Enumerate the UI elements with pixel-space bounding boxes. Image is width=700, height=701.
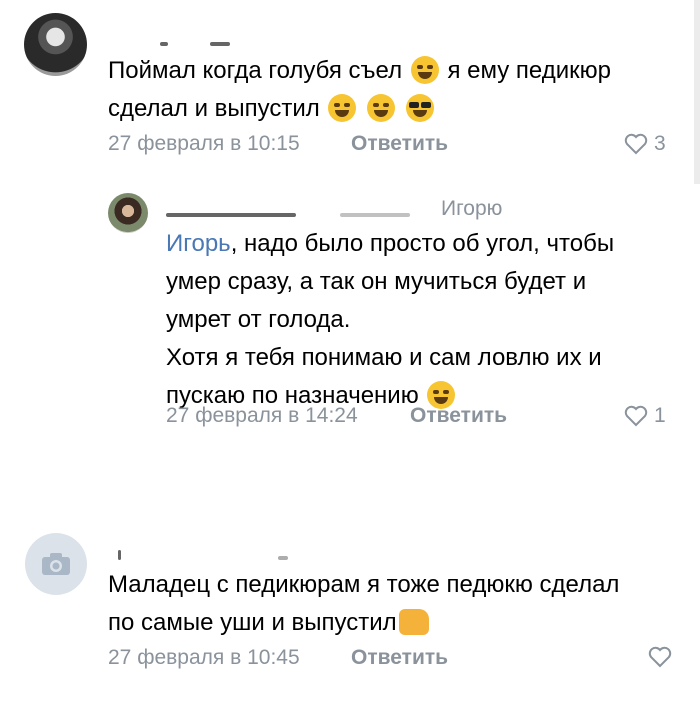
author-name-redacted [160,42,168,46]
scrollbar[interactable] [694,0,700,184]
author-name-redacted [210,42,230,46]
comment-date: 27 февраля в 10:45 [108,646,300,669]
reply-to-label: Игорю [441,197,503,220]
avatar[interactable] [25,533,87,595]
mention-link[interactable]: Игорь [166,230,231,257]
comment-text: Поймал когда голубя съел я ему педикюр с… [108,56,611,122]
like-count: 3 [654,132,666,155]
comment-text: Игорь, надо было просто об угол, чтобы у… [166,230,615,409]
heart-outline-icon [624,405,648,427]
like-button[interactable]: 3 [624,132,666,156]
like-button[interactable] [648,646,672,668]
avatar[interactable] [24,13,87,76]
comment-date: 27 февраля в 14:24 [166,404,358,427]
wink-emoji-icon [367,94,396,122]
like-count: 1 [654,404,666,427]
sunglasses-emoji-icon [405,94,434,122]
reply-button[interactable]: Ответить [351,646,448,670]
author-name-redacted [278,556,288,560]
heart-outline-icon [648,646,672,668]
reply-button[interactable]: Ответить [410,404,507,428]
author-name-redacted [166,213,296,217]
reply-button[interactable]: Ответить [351,132,448,156]
author-name-redacted [118,550,121,560]
camera-icon [42,553,70,575]
comment-text: Маладец с педикюрам я тоже педюкю сделал… [108,571,620,636]
heart-outline-icon [624,133,648,155]
like-button[interactable]: 1 [624,404,666,428]
rofl-emoji-icon [328,94,357,122]
avatar[interactable] [108,193,148,233]
rofl-emoji-icon [410,56,439,84]
author-name-redacted [340,213,410,217]
thumbs-up-emoji-icon [398,609,429,635]
comment-date: 27 февраля в 10:15 [108,132,300,155]
